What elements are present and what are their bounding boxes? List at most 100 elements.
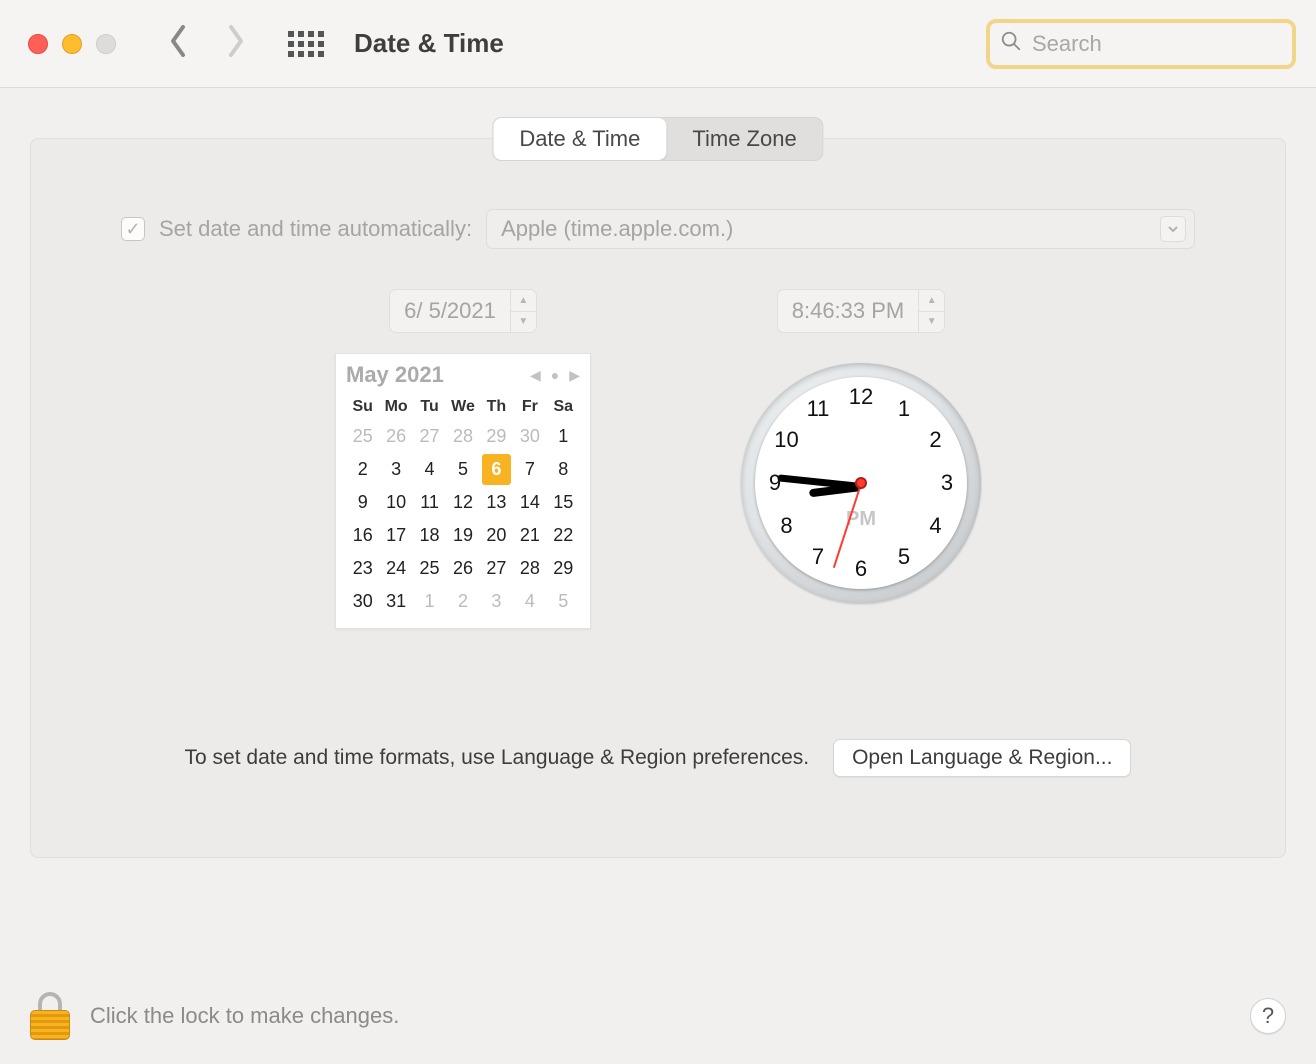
stepper-up-icon[interactable]: ▲ bbox=[919, 290, 944, 312]
stepper-down-icon[interactable]: ▼ bbox=[511, 312, 536, 333]
clock-number: 8 bbox=[780, 513, 792, 539]
analog-clock: PM 121234567891011 bbox=[741, 363, 981, 603]
calendar-day[interactable]: 7 bbox=[513, 453, 546, 486]
format-hint-row: To set date and time formats, use Langua… bbox=[31, 739, 1285, 777]
calendar-day[interactable]: 28 bbox=[446, 420, 479, 453]
calendar-day[interactable]: 13 bbox=[480, 486, 513, 519]
calendar-day[interactable]: 5 bbox=[547, 585, 580, 618]
tab-bar: Date & Time Time Zone bbox=[492, 117, 823, 161]
show-all-button[interactable] bbox=[288, 31, 324, 57]
close-window-button[interactable] bbox=[28, 34, 48, 54]
time-column: 8:46:33 PM ▲ ▼ PM 121234567891011 bbox=[741, 289, 981, 629]
calendar-day[interactable]: 10 bbox=[379, 486, 412, 519]
stepper-up-icon[interactable]: ▲ bbox=[511, 290, 536, 312]
calendar[interactable]: May 2021 ◀ ● ▶ SuMoTuWeThFrSa 2526272829… bbox=[335, 353, 591, 629]
calendar-day[interactable]: 20 bbox=[480, 519, 513, 552]
calendar-day[interactable]: 19 bbox=[446, 519, 479, 552]
window-controls bbox=[28, 34, 116, 54]
calendar-day[interactable]: 15 bbox=[547, 486, 580, 519]
calendar-body: 2526272829301234567891011121314151617181… bbox=[346, 420, 580, 618]
search-field[interactable] bbox=[986, 19, 1296, 69]
clock-number: 4 bbox=[929, 513, 941, 539]
lock-button[interactable] bbox=[30, 992, 70, 1040]
calendar-day[interactable]: 27 bbox=[480, 552, 513, 585]
clock-number: 12 bbox=[849, 384, 873, 410]
open-language-region-button[interactable]: Open Language & Region... bbox=[833, 739, 1131, 777]
help-button[interactable]: ? bbox=[1250, 998, 1286, 1034]
calendar-day[interactable]: 17 bbox=[379, 519, 412, 552]
calendar-day[interactable]: 12 bbox=[446, 486, 479, 519]
calendar-dow: We bbox=[446, 394, 479, 420]
clock-number: 11 bbox=[807, 396, 830, 422]
calendar-day[interactable]: 1 bbox=[547, 420, 580, 453]
calendar-today-icon[interactable]: ● bbox=[551, 367, 559, 383]
calendar-day[interactable]: 4 bbox=[513, 585, 546, 618]
time-server-value: Apple (time.apple.com.) bbox=[501, 216, 733, 242]
calendar-day[interactable]: 29 bbox=[547, 552, 580, 585]
forward-button[interactable] bbox=[222, 21, 248, 66]
calendar-day[interactable]: 30 bbox=[513, 420, 546, 453]
calendar-dow: Tu bbox=[413, 394, 446, 420]
date-column: 6/ 5/2021 ▲ ▼ May 2021 ◀ ● ▶ SuMoTuWeThF… bbox=[335, 289, 591, 629]
date-stepper[interactable]: 6/ 5/2021 ▲ ▼ bbox=[389, 289, 537, 333]
calendar-day[interactable]: 16 bbox=[346, 519, 379, 552]
calendar-day[interactable]: 9 bbox=[346, 486, 379, 519]
calendar-day[interactable]: 29 bbox=[480, 420, 513, 453]
clock-number: 5 bbox=[898, 544, 910, 570]
chevron-down-icon bbox=[1160, 216, 1186, 242]
calendar-dow-row: SuMoTuWeThFrSa bbox=[346, 394, 580, 420]
clock-number: 3 bbox=[941, 470, 953, 496]
format-hint-text: To set date and time formats, use Langua… bbox=[185, 746, 810, 770]
time-server-combo[interactable]: Apple (time.apple.com.) bbox=[486, 209, 1195, 249]
calendar-day[interactable]: 24 bbox=[379, 552, 412, 585]
preferences-panel: Date & Time Time Zone ✓ Set date and tim… bbox=[30, 138, 1286, 858]
calendar-day[interactable]: 25 bbox=[413, 552, 446, 585]
calendar-day[interactable]: 2 bbox=[446, 585, 479, 618]
calendar-day[interactable]: 28 bbox=[513, 552, 546, 585]
calendar-day[interactable]: 6 bbox=[482, 454, 511, 485]
calendar-day[interactable]: 2 bbox=[346, 453, 379, 486]
calendar-day[interactable]: 31 bbox=[379, 585, 412, 618]
time-stepper-value: 8:46:33 PM bbox=[778, 290, 919, 332]
date-stepper-value: 6/ 5/2021 bbox=[390, 290, 510, 332]
calendar-day[interactable]: 25 bbox=[346, 420, 379, 453]
back-button[interactable] bbox=[166, 21, 192, 66]
calendar-day[interactable]: 3 bbox=[379, 453, 412, 486]
lock-hint-text: Click the lock to make changes. bbox=[90, 1003, 399, 1029]
calendar-day[interactable]: 26 bbox=[446, 552, 479, 585]
clock-number: 2 bbox=[929, 427, 941, 453]
calendar-dow: Mo bbox=[379, 394, 412, 420]
calendar-day[interactable]: 11 bbox=[413, 486, 446, 519]
calendar-day[interactable]: 1 bbox=[413, 585, 446, 618]
calendar-day[interactable]: 8 bbox=[547, 453, 580, 486]
toolbar: Date & Time bbox=[0, 0, 1316, 88]
calendar-dow: Sa bbox=[547, 394, 580, 420]
auto-set-label: Set date and time automatically: bbox=[159, 216, 472, 242]
calendar-next-icon[interactable]: ▶ bbox=[569, 367, 580, 384]
calendar-day[interactable]: 23 bbox=[346, 552, 379, 585]
calendar-day[interactable]: 21 bbox=[513, 519, 546, 552]
calendar-day[interactable]: 3 bbox=[480, 585, 513, 618]
nav-arrows bbox=[166, 21, 248, 66]
calendar-day[interactable]: 18 bbox=[413, 519, 446, 552]
tab-date-time[interactable]: Date & Time bbox=[493, 118, 666, 160]
clock-number: 6 bbox=[855, 556, 867, 582]
search-input[interactable] bbox=[1032, 31, 1282, 57]
date-stepper-controls[interactable]: ▲ ▼ bbox=[510, 290, 536, 332]
clock-center-pin bbox=[855, 477, 867, 489]
auto-set-checkbox[interactable]: ✓ bbox=[121, 217, 145, 241]
time-stepper[interactable]: 8:46:33 PM ▲ ▼ bbox=[777, 289, 946, 333]
calendar-day[interactable]: 26 bbox=[379, 420, 412, 453]
calendar-prev-icon[interactable]: ◀ bbox=[530, 367, 541, 384]
calendar-day[interactable]: 5 bbox=[446, 453, 479, 486]
stepper-down-icon[interactable]: ▼ bbox=[919, 312, 944, 333]
time-stepper-controls[interactable]: ▲ ▼ bbox=[918, 290, 944, 332]
tab-time-zone[interactable]: Time Zone bbox=[666, 118, 822, 160]
minimize-window-button[interactable] bbox=[62, 34, 82, 54]
calendar-day[interactable]: 22 bbox=[547, 519, 580, 552]
calendar-day[interactable]: 27 bbox=[413, 420, 446, 453]
zoom-window-button[interactable] bbox=[96, 34, 116, 54]
calendar-day[interactable]: 4 bbox=[413, 453, 446, 486]
calendar-day[interactable]: 14 bbox=[513, 486, 546, 519]
calendar-day[interactable]: 30 bbox=[346, 585, 379, 618]
